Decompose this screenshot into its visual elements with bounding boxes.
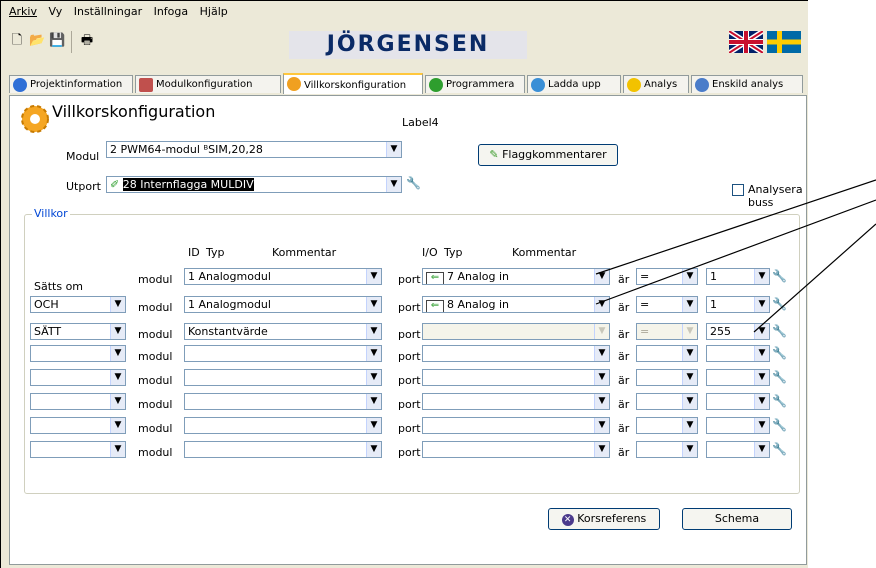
annotation-arrow-3: [753, 223, 876, 333]
annotation-arrow-2: [595, 199, 876, 305]
annotation-arrows: [595, 179, 876, 333]
annotation-arrow-1: [595, 179, 876, 275]
